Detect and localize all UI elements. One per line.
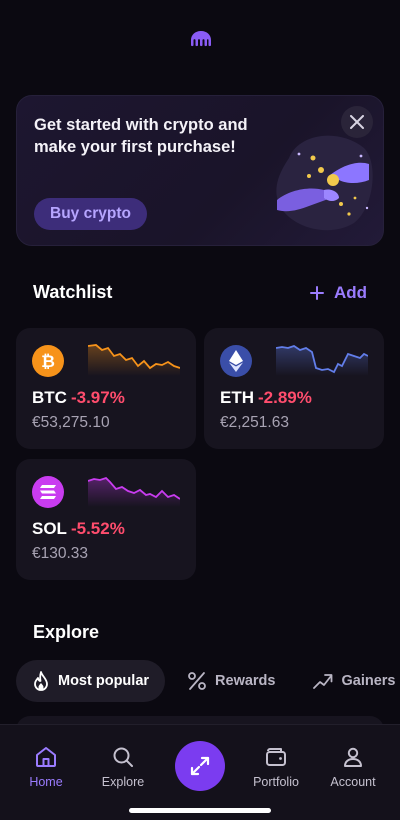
nav-label: Account xyxy=(330,775,376,789)
coin-price: €53,275.10 xyxy=(32,414,110,431)
promo-title: Get started with crypto and make your fi… xyxy=(34,116,248,156)
close-icon xyxy=(350,115,364,129)
search-icon xyxy=(113,747,133,767)
add-watchlist-button[interactable]: Add xyxy=(309,283,367,303)
coin-symbol: SOL xyxy=(32,519,67,538)
watchlist-title: Watchlist xyxy=(33,282,113,302)
coin-symbol: BTC xyxy=(32,388,67,407)
watchlist-card-eth[interactable]: ETH -2.89% €2,251.63 xyxy=(204,328,384,449)
nav-home[interactable]: Home xyxy=(11,743,81,789)
explore-title: Explore xyxy=(33,622,100,642)
eth-sparkline xyxy=(276,345,368,376)
nav-label: Home xyxy=(29,775,63,789)
tab-rewards[interactable]: Rewards xyxy=(171,660,291,702)
tab-gainers[interactable]: Gainers xyxy=(297,660,400,702)
bottom-nav: Home Explore Portfolio Account xyxy=(0,724,400,820)
nav-account[interactable]: Account xyxy=(318,743,388,789)
home-indicator xyxy=(129,808,271,813)
flame-icon xyxy=(34,671,48,691)
promo-card: Get started with crypto and make your fi… xyxy=(16,95,384,246)
wallet-icon xyxy=(266,748,286,766)
coin-price: €2,251.63 xyxy=(220,414,289,431)
tab-label: Gainers xyxy=(341,673,396,689)
plus-icon xyxy=(309,286,324,300)
coin-change: -3.97% xyxy=(70,388,125,407)
btc-sparkline xyxy=(88,344,180,376)
close-promo-button[interactable] xyxy=(341,106,373,138)
solana-icon xyxy=(32,476,64,508)
ethereum-icon xyxy=(220,345,252,377)
add-label: Add xyxy=(333,283,367,302)
tab-label: Most popular xyxy=(58,673,150,689)
coin-change: -2.89% xyxy=(258,388,312,407)
bitcoin-icon: ₿ xyxy=(32,345,64,377)
nav-label: Explore xyxy=(101,775,145,789)
svg-text:₿: ₿ xyxy=(41,352,55,371)
watchlist-card-sol[interactable]: SOL -5.52% €130.33 xyxy=(16,459,196,580)
buy-crypto-button[interactable]: Buy crypto xyxy=(34,198,147,230)
trade-arrows-icon xyxy=(190,756,210,776)
kraken-logo-icon xyxy=(191,31,211,47)
tab-most-popular[interactable]: Most popular xyxy=(16,660,166,702)
nav-label: Portfolio xyxy=(253,775,299,789)
trade-button[interactable] xyxy=(175,741,225,791)
trending-up-icon xyxy=(313,674,333,689)
home-icon xyxy=(36,747,56,767)
user-icon xyxy=(344,747,362,767)
coin-symbol: ETH xyxy=(220,388,254,407)
coin-change: -5.52% xyxy=(70,519,125,538)
watchlist-card-btc[interactable]: ₿ BTC -3.97% €53,275.10 xyxy=(16,328,196,449)
nav-portfolio[interactable]: Portfolio xyxy=(241,743,311,789)
tab-label: Rewards xyxy=(215,673,276,689)
explore-tabs: Most popular Rewards Gainers xyxy=(16,660,400,702)
coin-price: €130.33 xyxy=(32,545,89,562)
percent-icon xyxy=(188,672,206,690)
sol-sparkline xyxy=(88,476,180,507)
nav-explore[interactable]: Explore xyxy=(88,743,158,789)
